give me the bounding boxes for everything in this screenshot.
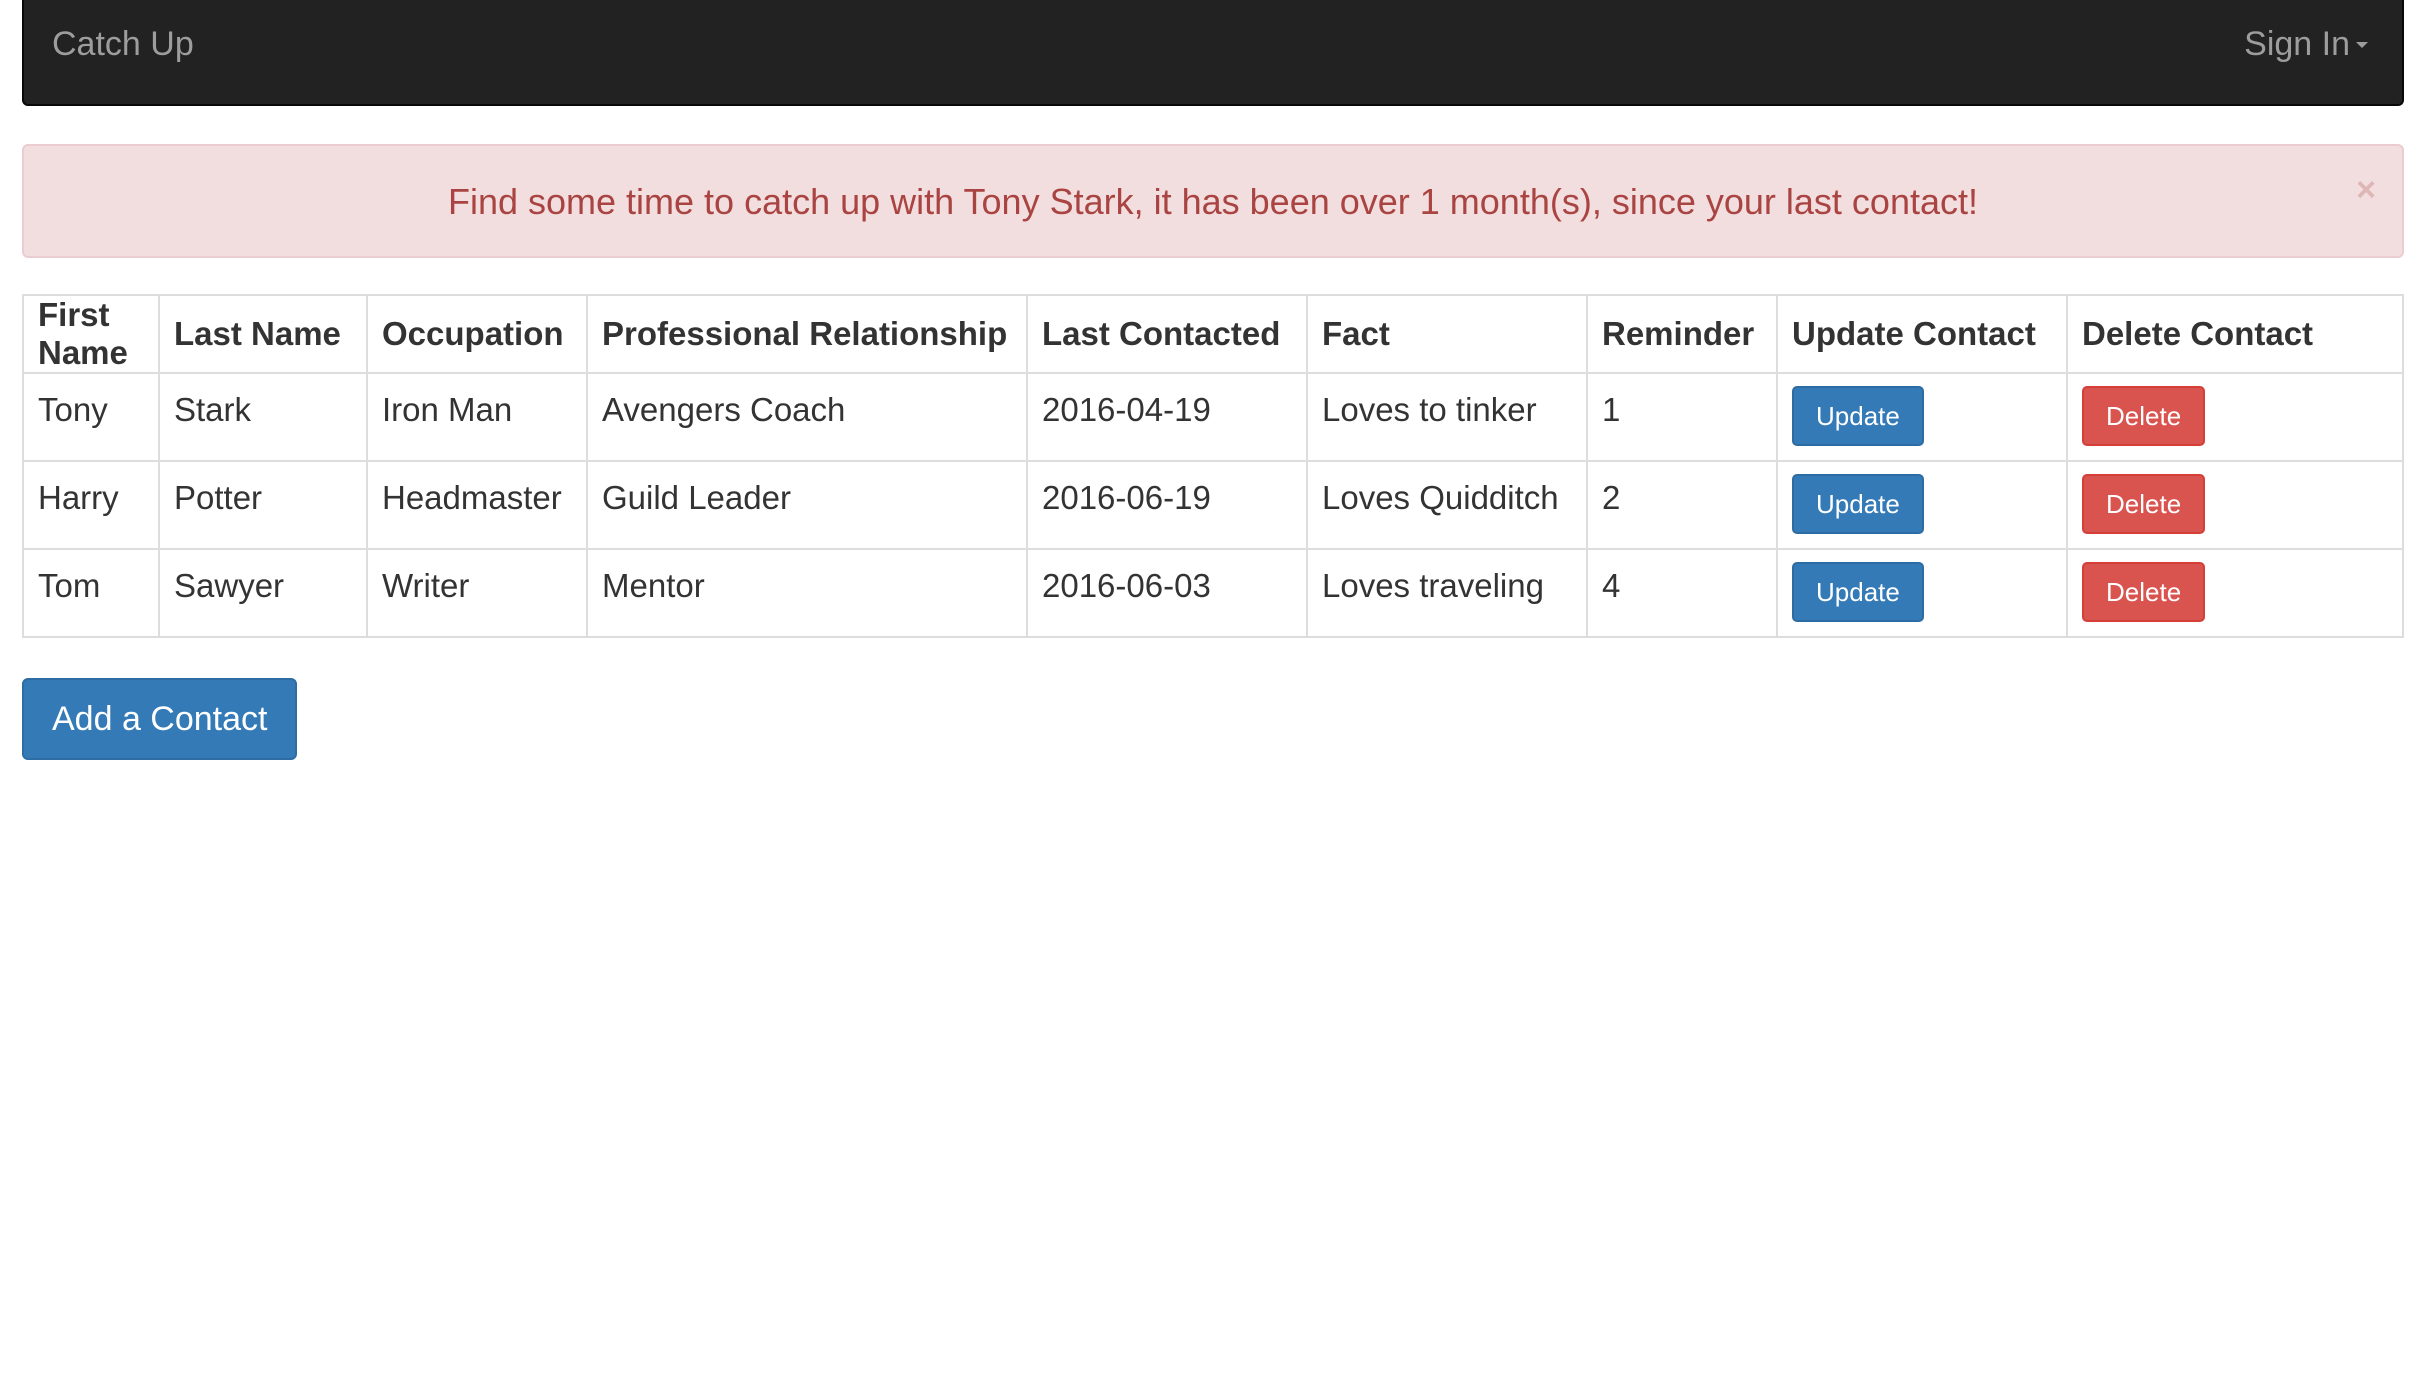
cell-relationship: Mentor [586,548,1028,638]
delete-button[interactable]: Delete [2082,562,2206,622]
cell-first-name: Tony [22,372,160,462]
cell-update: Update [1776,460,2068,550]
table-header-row: First Name Last Name Occupation Professi… [22,294,2404,374]
cell-delete: Delete [2066,372,2404,462]
cell-occupation: Writer [366,548,588,638]
cell-fact: Loves Quidditch [1306,460,1588,550]
navbar: Catch Up Sign In [22,0,2404,106]
delete-button[interactable]: Delete [2082,386,2206,446]
cell-reminder: 1 [1586,372,1778,462]
column-header-update: Update Contact [1776,294,2068,374]
cell-reminder: 4 [1586,548,1778,638]
column-header-occupation: Occupation [366,294,588,374]
column-header-delete: Delete Contact [2066,294,2404,374]
add-contact-button[interactable]: Add a Contact [22,678,298,760]
column-header-last-name: Last Name [158,294,368,374]
table-row: Tom Sawyer Writer Mentor 2016-06-03 Love… [22,548,2404,638]
update-button[interactable]: Update [1792,562,1924,622]
cell-occupation: Headmaster [366,460,588,550]
caret-down-icon[interactable] [2356,42,2368,48]
update-button[interactable]: Update [1792,474,1924,534]
brand-link[interactable]: Catch Up [52,24,194,64]
cell-last-contacted: 2016-04-19 [1026,372,1308,462]
cell-delete: Delete [2066,548,2404,638]
cell-occupation: Iron Man [366,372,588,462]
sign-in-dropdown[interactable]: Sign In [2244,24,2350,64]
table-row: Harry Potter Headmaster Guild Leader 201… [22,460,2404,550]
column-header-first-name: First Name [22,294,160,374]
cell-update: Update [1776,548,2068,638]
column-header-reminder: Reminder [1586,294,1778,374]
alert-message: Find some time to catch up with Tony Sta… [447,181,1979,222]
cell-delete: Delete [2066,460,2404,550]
cell-fact: Loves traveling [1306,548,1588,638]
cell-first-name: Tom [22,548,160,638]
cell-update: Update [1776,372,2068,462]
cell-first-name: Harry [22,460,160,550]
column-header-last-contacted: Last Contacted [1026,294,1308,374]
table-row: Tony Stark Iron Man Avengers Coach 2016-… [22,372,2404,462]
cell-last-name: Potter [158,460,368,550]
cell-last-contacted: 2016-06-03 [1026,548,1308,638]
cell-last-name: Sawyer [158,548,368,638]
cell-fact: Loves to tinker [1306,372,1588,462]
update-button[interactable]: Update [1792,386,1924,446]
column-header-fact: Fact [1306,294,1588,374]
close-icon[interactable]: × [2356,170,2376,210]
delete-button[interactable]: Delete [2082,474,2206,534]
cell-relationship: Guild Leader [586,460,1028,550]
cell-last-name: Stark [158,372,368,462]
contacts-table: First Name Last Name Occupation Professi… [22,294,2404,638]
column-header-relationship: Professional Relationship [586,294,1028,374]
cell-relationship: Avengers Coach [586,372,1028,462]
reminder-alert: Find some time to catch up with Tony Sta… [22,144,2404,258]
cell-reminder: 2 [1586,460,1778,550]
cell-last-contacted: 2016-06-19 [1026,460,1308,550]
